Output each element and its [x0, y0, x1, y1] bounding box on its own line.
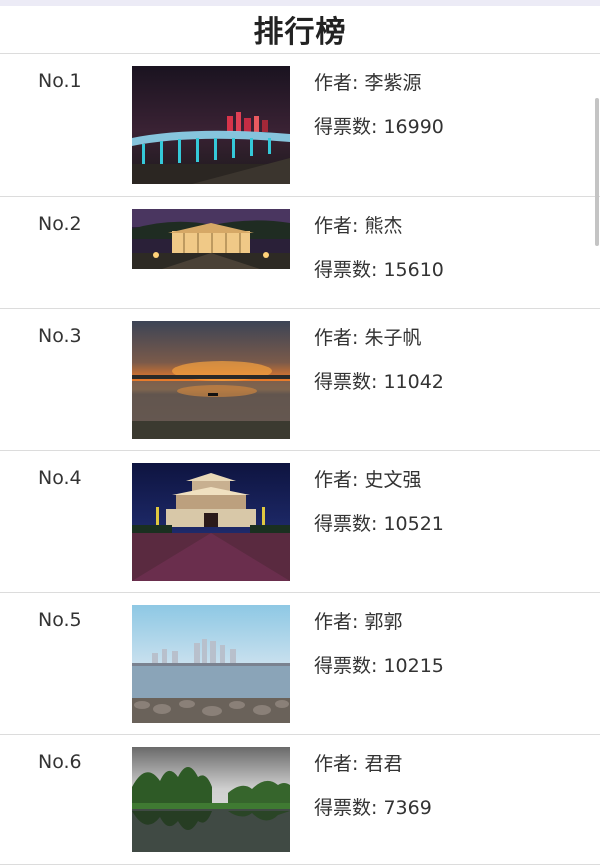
votes-line: 得票数: 15610: [314, 259, 444, 281]
vote-count: 16990: [383, 116, 444, 138]
votes-line: 得票数: 11042: [314, 371, 444, 393]
rank-list-item[interactable]: No.3 作者: 朱子帆 得票数: 11042: [0, 309, 600, 451]
page-header: 排行榜: [0, 0, 600, 54]
author-name: 熊杰: [364, 215, 403, 237]
rank-list-item[interactable]: No.1 作者: 李紫源 得票数: 16990: [0, 54, 600, 197]
votes-line: 得票数: 16990: [314, 116, 444, 138]
author-name: 史文强: [364, 469, 422, 491]
author-line: 作者: 李紫源: [314, 72, 422, 94]
sunset-lake-photo-icon[interactable]: [132, 321, 290, 439]
page-title: 排行榜: [253, 14, 347, 50]
rank-number: No.6: [38, 751, 82, 773]
votes-line: 得票数: 7369: [314, 797, 432, 819]
author-line: 作者: 熊杰: [314, 215, 403, 237]
rank-number: No.1: [38, 70, 82, 92]
vote-count: 11042: [383, 371, 444, 393]
rank-list-item[interactable]: No.2 作者: 熊杰 得票数: 15610: [0, 197, 600, 309]
night-gate-tower-photo-icon[interactable]: [132, 463, 290, 581]
vote-count: 10521: [383, 513, 444, 535]
author-line: 作者: 史文强: [314, 469, 422, 491]
author-line: 作者: 君君: [314, 753, 403, 775]
vote-count: 15610: [383, 259, 444, 281]
votes-line: 得票数: 10521: [314, 513, 444, 535]
night-pavilion-photo-icon[interactable]: [132, 209, 290, 269]
city-skyline-lake-photo-icon[interactable]: [132, 605, 290, 723]
vote-count: 10215: [383, 655, 444, 677]
karst-mountains-river-photo-icon[interactable]: [132, 747, 290, 852]
night-bridge-photo-icon[interactable]: [132, 66, 290, 184]
rank-number: No.3: [38, 325, 82, 347]
author-line: 作者: 朱子帆: [314, 327, 422, 349]
vote-count: 7369: [383, 797, 432, 819]
rank-list-item[interactable]: No.4 作者: 史文强 得票数: 10521: [0, 451, 600, 593]
rank-list-item[interactable]: No.6 作者: 君君 得票数: 7369: [0, 735, 600, 865]
rank-number: No.5: [38, 609, 82, 631]
author-line: 作者: 郭郭: [314, 611, 403, 633]
votes-line: 得票数: 10215: [314, 655, 444, 677]
ranking-screen: 排行榜 No.1 作者: 李紫源 得票数: 16990 No.2 作者: 熊杰 …: [0, 0, 600, 865]
author-name: 朱子帆: [364, 327, 422, 349]
rank-list[interactable]: No.1 作者: 李紫源 得票数: 16990 No.2 作者: 熊杰 得票数:…: [0, 54, 600, 865]
rank-list-item[interactable]: No.5 作者: 郭郭 得票数: 10215: [0, 593, 600, 735]
rank-number: No.4: [38, 467, 82, 489]
author-name: 君君: [364, 753, 403, 775]
author-name: 李紫源: [364, 72, 422, 94]
author-name: 郭郭: [364, 611, 403, 633]
rank-number: No.2: [38, 213, 82, 235]
scrollbar-thumb[interactable]: [595, 98, 599, 246]
